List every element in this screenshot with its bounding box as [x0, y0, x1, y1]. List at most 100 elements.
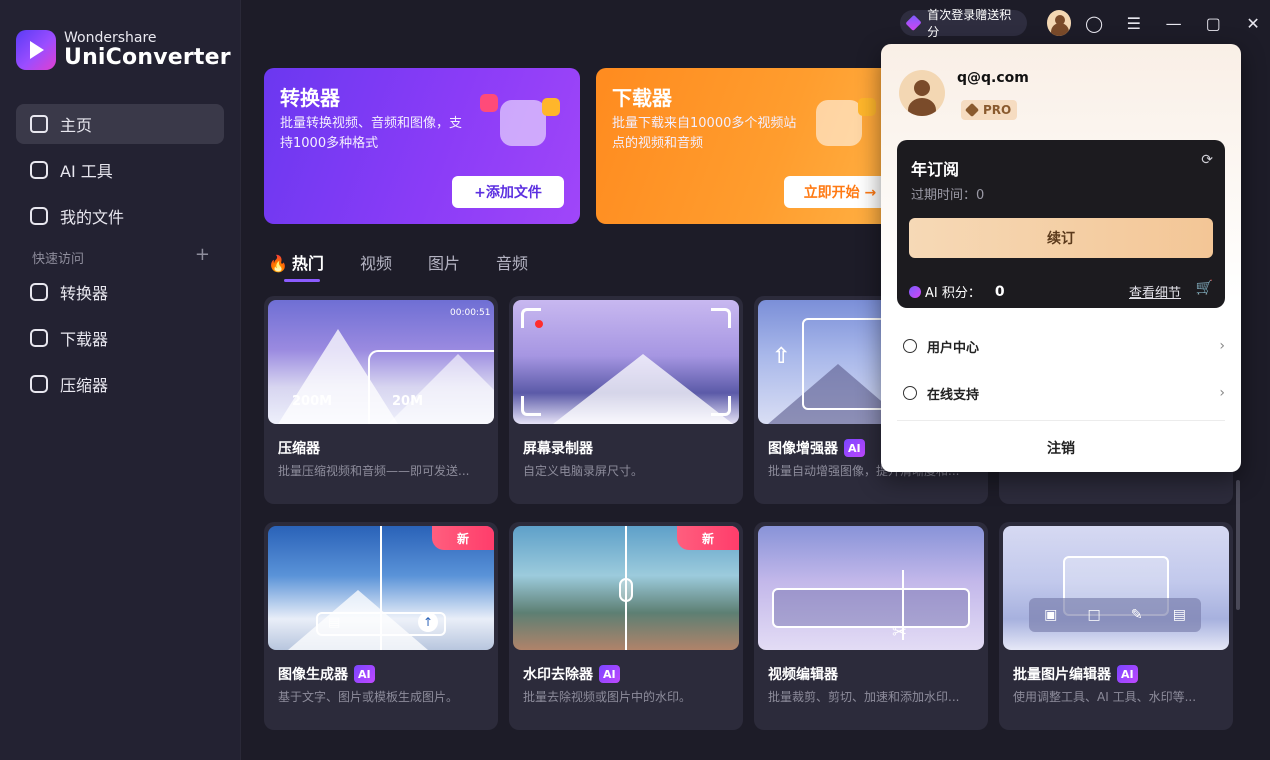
brand-product: UniConverter — [64, 44, 231, 70]
card-desc: 批量压缩视频和音频——即可发送... — [278, 464, 470, 478]
home-icon — [30, 115, 48, 133]
tool-card-image-generator[interactable]: ▤ ↑ 新 图像生成器 AI 基于文字、图片或模板生成图片。 — [264, 522, 498, 730]
maximize-icon[interactable]: ▢ — [1196, 10, 1230, 36]
sidebar-item-label: 我的文件 — [60, 208, 125, 227]
sidebar-item-my-files[interactable]: 我的文件 — [16, 196, 224, 236]
downloader-hero-title: 下载器 — [612, 86, 672, 110]
add-files-button[interactable]: +添加文件 — [452, 176, 564, 208]
ai-tools-icon — [30, 161, 48, 179]
arrow-up-icon: ⇧ — [772, 344, 791, 369]
scissors-icon: ✂ — [892, 622, 908, 643]
card-title: 视频编辑器 — [768, 667, 838, 683]
divider — [897, 420, 1225, 421]
tab-popular[interactable]: 🔥 热门 — [268, 250, 324, 282]
tab-image[interactable]: 图片 — [428, 250, 460, 274]
new-badge: 新 — [432, 526, 494, 550]
tool-card-screen-recorder[interactable]: 屏幕录制器 自定义电脑录屏尺寸。 — [509, 296, 743, 504]
upload-icon: ↑ — [418, 612, 438, 632]
minimize-icon[interactable]: — — [1157, 10, 1191, 36]
view-details-link[interactable]: 查看细节 — [1129, 282, 1181, 301]
tab-video[interactable]: 视频 — [360, 250, 392, 274]
converter-icon — [30, 283, 48, 301]
sidebar-item-home[interactable]: 主页 — [16, 104, 224, 144]
card-title: 屏幕录制器 — [523, 441, 593, 457]
sidebar-item-downloader[interactable]: 下载器 — [16, 318, 224, 358]
feedback-icon[interactable]: ◯ — [1077, 10, 1111, 36]
headset-icon — [903, 386, 917, 400]
compressor-thumbnail: 200M 20M 00:00:51 — [268, 300, 494, 424]
downloader-hero-desc: 批量下载来自10000多个视频站点的视频和音频 — [612, 116, 797, 151]
quick-access-nav: 转换器 下载器 压缩器 — [16, 272, 224, 410]
ai-badge: AI — [599, 665, 620, 683]
chevron-right-icon: › — [1219, 338, 1225, 354]
scrollbar[interactable] — [1236, 480, 1240, 610]
app-logo: Wondershare UniConverter — [16, 30, 231, 70]
login-reward-button[interactable]: 首次登录赠送积分 — [900, 8, 1027, 39]
card-desc: 自定义电脑录屏尺寸。 — [523, 464, 644, 478]
compressor-icon — [30, 375, 48, 393]
app-logo-icon — [16, 30, 56, 70]
downloader-illustration — [796, 94, 876, 154]
new-badge: 新 — [677, 526, 739, 550]
subscription-card: 年订阅 ⟳ 过期时间：0 续订 AI 积分： 0 查看细节 🛒 — [897, 140, 1225, 308]
add-quick-access-button[interactable]: + — [195, 246, 210, 267]
video-editor-thumbnail: ✂ — [758, 526, 984, 650]
card-title: 图像生成器 AI — [278, 664, 375, 684]
tool-card-watermark-remover[interactable]: 新 水印去除器 AI 批量去除视频或图片中的水印。 — [509, 522, 743, 730]
converter-hero-card[interactable]: 转换器 批量转换视频、音频和图像，支持1000多种格式 +添加文件 — [264, 68, 580, 224]
account-avatar-button[interactable] — [1046, 10, 1072, 36]
ai-badge: AI — [354, 665, 375, 683]
category-tabs: 🔥 热门 视频 图片 音频 — [268, 250, 564, 282]
menu-icon[interactable]: ☰ — [1117, 10, 1151, 36]
downloader-icon — [30, 329, 48, 347]
card-desc: 使用调整工具、AI 工具、水印等... — [1013, 690, 1197, 704]
gem-icon — [905, 14, 922, 32]
credits-icon — [909, 285, 921, 298]
expiry-row: 过期时间：0 — [911, 188, 985, 203]
converter-illustration — [480, 94, 560, 154]
select-icon: □ — [1087, 607, 1101, 623]
sidebar-item-label: AI 工具 — [60, 162, 113, 181]
start-now-button[interactable]: 立即开始 → — [784, 176, 896, 208]
tool-card-compressor[interactable]: 200M 20M 00:00:51 压缩器 批量压缩视频和音频——即可发送... — [264, 296, 498, 504]
user-center-item[interactable]: 用户中心 › — [903, 334, 1225, 358]
titlebar: 首次登录赠送积分 ◯ ☰ — ▢ ✕ — [900, 8, 1270, 39]
renew-button[interactable]: 续订 — [909, 218, 1213, 258]
files-icon — [30, 207, 48, 225]
tool-card-batch-image-editor[interactable]: ▣ □ ✎ ▤ 批量图片编辑器 AI 使用调整工具、AI 工具、水印等... — [999, 522, 1233, 730]
size-after: 20M — [392, 394, 424, 409]
card-desc: 批量裁剪、剪切、加速和添加水印... — [768, 690, 960, 704]
sidebar-item-compressor[interactable]: 压缩器 — [16, 364, 224, 404]
size-before: 200M — [292, 394, 333, 409]
sidebar-item-converter[interactable]: 转换器 — [16, 272, 224, 312]
pro-diamond-icon — [964, 102, 980, 118]
brand-company: Wondershare — [64, 30, 157, 47]
online-support-item[interactable]: 在线支持 › — [903, 381, 1225, 405]
card-desc: 基于文字、图片或模板生成图片。 — [278, 690, 459, 704]
sidebar-item-ai-tools[interactable]: AI 工具 — [16, 150, 224, 190]
downloader-hero-card[interactable]: 下载器 批量下载来自10000多个视频站点的视频和音频 立即开始 → — [596, 68, 896, 224]
cart-icon[interactable]: 🛒 — [1196, 280, 1213, 296]
tool-card-video-editor[interactable]: ✂ 视频编辑器 批量裁剪、剪切、加速和添加水印... — [754, 522, 988, 730]
logout-button[interactable]: 注销 — [881, 438, 1241, 458]
sidebar-item-label: 压缩器 — [60, 376, 109, 395]
converter-hero-desc: 批量转换视频、音频和图像，支持1000多种格式 — [280, 116, 463, 151]
sidebar-item-label: 转换器 — [60, 284, 109, 303]
ai-badge: AI — [1117, 665, 1138, 683]
card-title: 压缩器 — [278, 441, 320, 457]
pro-badge: PRO — [961, 100, 1018, 120]
fire-icon: 🔥 — [268, 254, 288, 273]
account-email: q@q.com — [957, 70, 1029, 86]
sidebar-item-label: 下载器 — [60, 330, 109, 349]
account-popup: q@q.com PRO 年订阅 ⟳ 过期时间：0 续订 AI 积分： 0 查看细… — [881, 44, 1241, 472]
quick-access-header: 快速访问 + — [32, 246, 210, 268]
ai-credits: AI 积分： 0 — [909, 282, 1005, 301]
card-desc: 批量去除视频或图片中的水印。 — [523, 690, 692, 704]
refresh-icon[interactable]: ⟳ — [1201, 152, 1213, 168]
sidebar: Wondershare UniConverter 主页 AI 工具 我的文件 快… — [0, 0, 241, 760]
user-icon — [903, 339, 917, 353]
tab-audio[interactable]: 音频 — [496, 250, 528, 274]
card-title: 图像增强器 AI — [768, 438, 865, 458]
ai-edit-icon: ✎ — [1130, 607, 1143, 623]
close-icon[interactable]: ✕ — [1236, 10, 1270, 36]
